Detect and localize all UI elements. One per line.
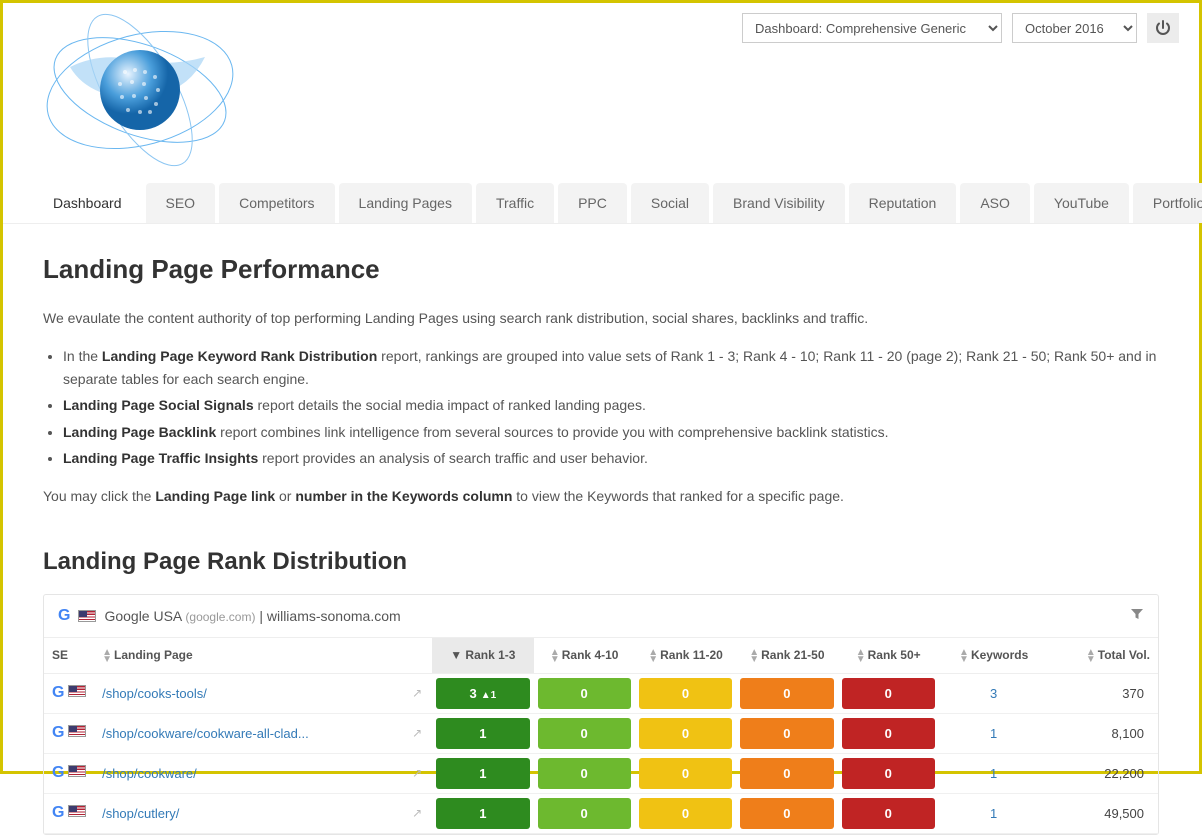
page-title: Landing Page Performance [43, 254, 1159, 285]
google-icon: G [52, 724, 64, 741]
rank-4-10-value: 0 [538, 718, 631, 749]
power-icon [1155, 20, 1171, 36]
rank-4-10-value: 0 [538, 678, 631, 709]
total-vol-value: 49,500 [1048, 793, 1158, 833]
month-select[interactable]: October 2016 [1012, 13, 1137, 43]
dashboard-select[interactable]: Dashboard: Comprehensive Generic [742, 13, 1002, 43]
bullet-item: Landing Page Backlink report combines li… [63, 421, 1159, 443]
rank-1-3-value: 1 [436, 758, 529, 789]
keywords-link[interactable]: 1 [990, 726, 997, 741]
bullet-item: In the Landing Page Keyword Rank Distrib… [63, 345, 1159, 390]
bullet-item: Landing Page Social Signals report detai… [63, 394, 1159, 416]
tab-traffic[interactable]: Traffic [476, 183, 554, 223]
tab-reputation[interactable]: Reputation [849, 183, 957, 223]
rank-11-20-value: 0 [639, 758, 732, 789]
rank-4-10-value: 0 [538, 758, 631, 789]
hint-text: You may click the Landing Page link or n… [43, 485, 1159, 507]
us-flag-icon [78, 610, 96, 622]
col-rank-11-20[interactable]: ▲▼Rank 11-20 [635, 638, 736, 673]
rank-distribution-title: Landing Page Rank Distribution [43, 548, 1159, 576]
rank-4-10-value: 0 [538, 798, 631, 829]
table-engine-label: Google USA (google.com) | williams-sonom… [104, 608, 400, 624]
rank-21-50-value: 0 [740, 758, 833, 789]
external-link-icon[interactable]: ↗ [412, 726, 422, 740]
google-icon: G [52, 764, 64, 781]
rank-1-3-value: 3▲1 [436, 678, 529, 709]
keywords-link[interactable]: 1 [990, 766, 997, 781]
google-icon: G [52, 804, 64, 821]
col-total-vol[interactable]: ▲▼Total Vol. [1048, 638, 1158, 673]
col-se[interactable]: SE [44, 638, 94, 673]
tab-ppc[interactable]: PPC [558, 183, 627, 223]
col-rank-1-3[interactable]: ▼ Rank 1-3 [432, 638, 533, 673]
total-vol-value: 370 [1048, 673, 1158, 713]
intro-text: We evaulate the content authority of top… [43, 307, 1159, 329]
rank-50-value: 0 [842, 798, 935, 829]
tab-competitors[interactable]: Competitors [219, 183, 334, 223]
rank-21-50-value: 0 [740, 678, 833, 709]
rank-11-20-value: 0 [639, 798, 732, 829]
external-link-icon[interactable]: ↗ [412, 806, 422, 820]
col-keywords[interactable]: ▲▼Keywords [939, 638, 1049, 673]
power-button[interactable] [1147, 13, 1179, 43]
google-icon: G [58, 607, 70, 625]
external-link-icon[interactable]: ↗ [412, 766, 422, 780]
landing-page-link[interactable]: /shop/cookware/ [102, 766, 197, 781]
google-icon: G [52, 684, 64, 701]
rank-21-50-value: 0 [740, 718, 833, 749]
filter-icon[interactable] [1130, 607, 1144, 624]
table-row: G /shop/cookware/↗10000122,200 [44, 753, 1158, 793]
rank-11-20-value: 0 [639, 678, 732, 709]
rank-50-value: 0 [842, 678, 935, 709]
tab-social[interactable]: Social [631, 183, 709, 223]
tab-brand-visibility[interactable]: Brand Visibility [713, 183, 845, 223]
rank-21-50-value: 0 [740, 798, 833, 829]
logo [40, 12, 240, 167]
landing-page-link[interactable]: /shop/cooks-tools/ [102, 686, 207, 701]
external-link-icon[interactable]: ↗ [412, 686, 422, 700]
table-row: G /shop/cooks-tools/↗3▲100003370 [44, 673, 1158, 713]
us-flag-icon [68, 805, 86, 817]
col-rank-50[interactable]: ▲▼Rank 50+ [838, 638, 939, 673]
tab-dashboard[interactable]: Dashboard [33, 183, 142, 223]
rank-50-value: 0 [842, 718, 935, 749]
us-flag-icon [68, 725, 86, 737]
tab-seo[interactable]: SEO [146, 183, 216, 223]
table-row: G /shop/cutlery/↗10000149,500 [44, 793, 1158, 833]
bullet-item: Landing Page Traffic Insights report pro… [63, 447, 1159, 469]
keywords-link[interactable]: 3 [990, 686, 997, 701]
landing-page-link[interactable]: /shop/cookware/cookware-all-clad... [102, 726, 309, 741]
rank-11-20-value: 0 [639, 718, 732, 749]
tab-portfolio[interactable]: Portfolio [1133, 183, 1202, 223]
tab-landing-pages[interactable]: Landing Pages [339, 183, 472, 223]
landing-page-link[interactable]: /shop/cutlery/ [102, 806, 179, 821]
keywords-link[interactable]: 1 [990, 806, 997, 821]
col-rank-21-50[interactable]: ▲▼Rank 21-50 [736, 638, 837, 673]
tab-aso[interactable]: ASO [960, 183, 1030, 223]
rank-1-3-value: 1 [436, 718, 529, 749]
rank-1-3-value: 1 [436, 798, 529, 829]
table-row: G /shop/cookware/cookware-all-clad...↗10… [44, 713, 1158, 753]
col-landing-page[interactable]: ▲▼Landing Page [94, 638, 432, 673]
total-vol-value: 22,200 [1048, 753, 1158, 793]
rank-50-value: 0 [842, 758, 935, 789]
col-rank-4-10[interactable]: ▲▼Rank 4-10 [534, 638, 635, 673]
tab-youtube[interactable]: YouTube [1034, 183, 1129, 223]
total-vol-value: 8,100 [1048, 713, 1158, 753]
us-flag-icon [68, 765, 86, 777]
us-flag-icon [68, 685, 86, 697]
